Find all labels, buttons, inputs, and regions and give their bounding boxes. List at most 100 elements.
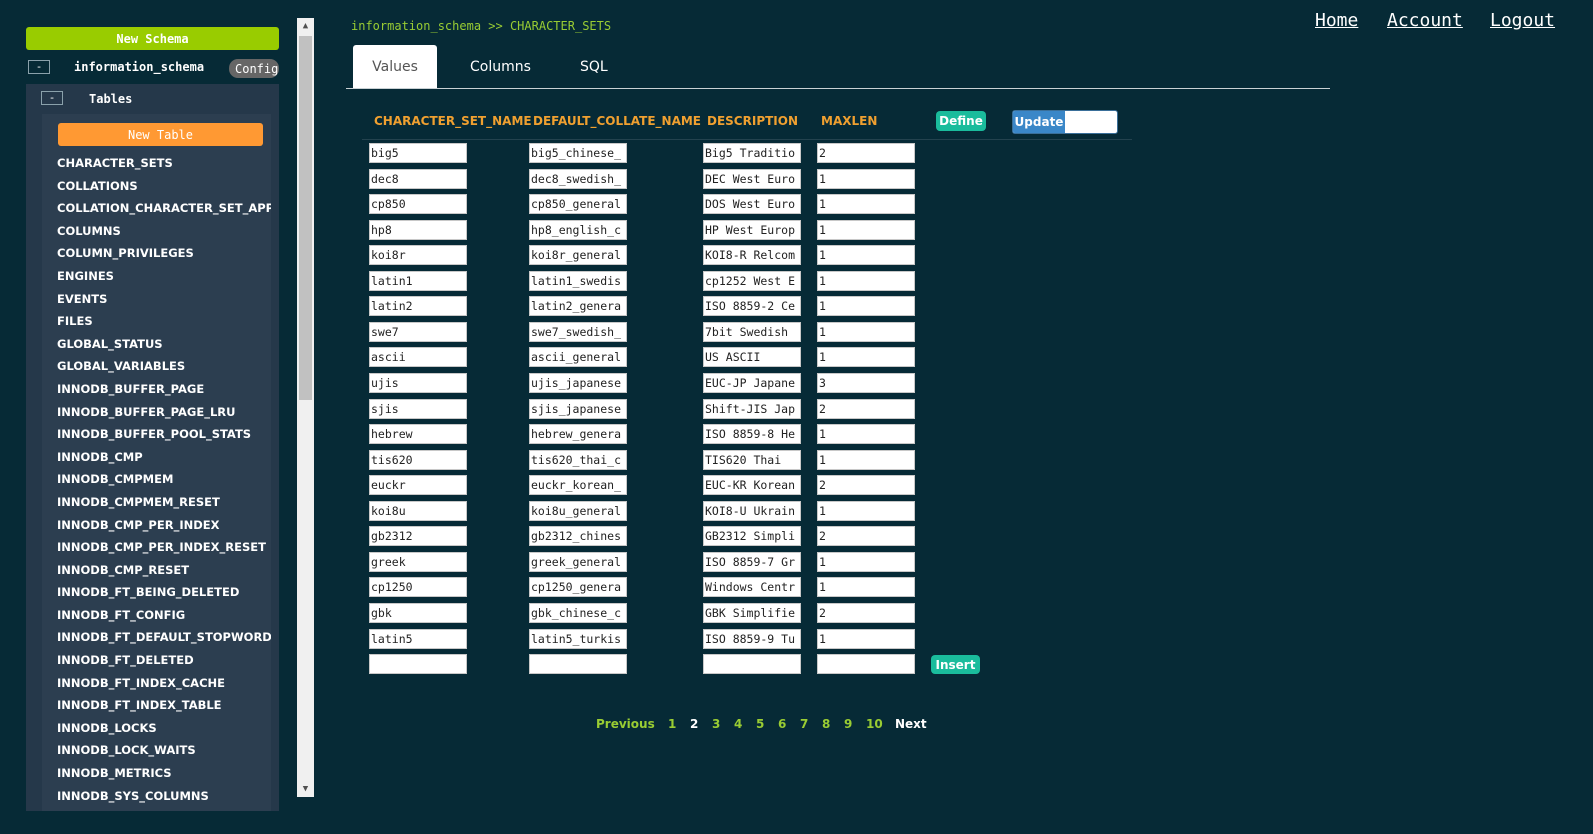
- cell-input[interactable]: 1: [817, 500, 915, 521]
- cell-input[interactable]: koi8r_general: [529, 245, 627, 266]
- cell-input[interactable]: dec8: [369, 168, 467, 189]
- cell-input[interactable]: 7bit Swedish: [703, 321, 801, 342]
- cell-input[interactable]: gbk_chinese_c: [529, 602, 627, 623]
- cell-input[interactable]: hp8_english_c: [529, 219, 627, 240]
- pagination-page[interactable]: 3: [712, 717, 720, 731]
- new-value-input[interactable]: [529, 654, 627, 674]
- cell-input[interactable]: tis620_thai_c: [529, 449, 627, 470]
- tab-sql[interactable]: SQL: [580, 45, 608, 89]
- cell-input[interactable]: ascii_general: [529, 347, 627, 368]
- config-button[interactable]: Config: [229, 59, 279, 78]
- sidebar-table-item[interactable]: INNODB_LOCKS: [57, 717, 271, 740]
- pagination-page[interactable]: 4: [734, 717, 742, 731]
- cell-input[interactable]: 1: [817, 219, 915, 240]
- cell-input[interactable]: 2: [817, 143, 915, 163]
- define-button[interactable]: Define: [936, 111, 986, 131]
- cell-input[interactable]: DEC West Euro: [703, 168, 801, 189]
- cell-input[interactable]: euckr_korean_: [529, 475, 627, 496]
- cell-input[interactable]: ISO 8859-7 Gr: [703, 551, 801, 572]
- cell-input[interactable]: ujis_japanese: [529, 373, 627, 393]
- cell-input[interactable]: koi8u_general: [529, 500, 627, 521]
- cell-input[interactable]: Windows Centr: [703, 577, 801, 598]
- cell-input[interactable]: 1: [817, 168, 915, 189]
- cell-input[interactable]: KOI8-R Relcom: [703, 245, 801, 266]
- cell-input[interactable]: koi8r: [369, 245, 467, 266]
- cell-input[interactable]: GBK Simplifie: [703, 602, 801, 623]
- cell-input[interactable]: gbk: [369, 602, 467, 623]
- cell-input[interactable]: big5: [369, 143, 467, 163]
- pagination-next[interactable]: Next: [895, 717, 927, 731]
- cell-input[interactable]: 1: [817, 270, 915, 291]
- cell-input[interactable]: cp1250: [369, 577, 467, 598]
- pagination-page[interactable]: 8: [822, 717, 830, 731]
- cell-input[interactable]: GB2312 Simpli: [703, 526, 801, 547]
- new-value-input[interactable]: [369, 654, 467, 674]
- cell-input[interactable]: latin1: [369, 270, 467, 291]
- sidebar-table-item[interactable]: INNODB_LOCK_WAITS: [57, 739, 271, 762]
- cell-input[interactable]: US ASCII: [703, 347, 801, 368]
- cell-input[interactable]: Big5 Traditio: [703, 143, 801, 163]
- cell-input[interactable]: sjis: [369, 398, 467, 419]
- cell-input[interactable]: Shift-JIS Jap: [703, 398, 801, 419]
- cell-input[interactable]: KOI8-U Ukrain: [703, 500, 801, 521]
- pagination-page[interactable]: 9: [844, 717, 852, 731]
- cell-input[interactable]: swe7_swedish_: [529, 321, 627, 342]
- cell-input[interactable]: sjis_japanese: [529, 398, 627, 419]
- cell-input[interactable]: 1: [817, 449, 915, 470]
- cell-input[interactable]: TIS620 Thai: [703, 449, 801, 470]
- cell-input[interactable]: 2: [817, 602, 915, 623]
- cell-input[interactable]: swe7: [369, 321, 467, 342]
- insert-button[interactable]: Insert: [931, 655, 980, 674]
- scrollbar-thumb[interactable]: [299, 36, 312, 400]
- pagination-page[interactable]: 5: [756, 717, 764, 731]
- cell-input[interactable]: big5_chinese_: [529, 143, 627, 163]
- cell-input[interactable]: 2: [817, 526, 915, 547]
- cell-input[interactable]: dec8_swedish_: [529, 168, 627, 189]
- pagination-page[interactable]: 1: [668, 717, 676, 731]
- update-button[interactable]: Update: [1013, 111, 1065, 133]
- cell-input[interactable]: 1: [817, 194, 915, 215]
- pagination-previous[interactable]: Previous: [596, 717, 655, 731]
- cell-input[interactable]: hp8: [369, 219, 467, 240]
- cell-input[interactable]: latin1_swedis: [529, 270, 627, 291]
- cell-input[interactable]: cp850_general: [529, 194, 627, 215]
- schema-name[interactable]: information_schema: [74, 60, 204, 74]
- cell-input[interactable]: ISO 8859-2 Ce: [703, 296, 801, 317]
- cell-input[interactable]: gb2312: [369, 526, 467, 547]
- sidebar-table-item[interactable]: INNODB_SYS_COLUMNS: [57, 785, 271, 808]
- cell-input[interactable]: 2: [817, 398, 915, 419]
- nav-home-link[interactable]: Home: [1315, 10, 1358, 31]
- schema-collapse-button[interactable]: -: [28, 60, 50, 74]
- cell-input[interactable]: latin5_turkis: [529, 628, 627, 649]
- cell-input[interactable]: 1: [817, 551, 915, 572]
- cell-input[interactable]: 1: [817, 321, 915, 342]
- tab-columns[interactable]: Columns: [470, 45, 531, 89]
- cell-input[interactable]: tis620: [369, 449, 467, 470]
- cell-input[interactable]: greek: [369, 551, 467, 572]
- cell-input[interactable]: 1: [817, 245, 915, 266]
- cell-input[interactable]: latin5: [369, 628, 467, 649]
- cell-input[interactable]: ascii: [369, 347, 467, 368]
- cell-input[interactable]: EUC-KR Korean: [703, 475, 801, 496]
- tables-collapse-button[interactable]: -: [41, 91, 63, 105]
- cell-input[interactable]: 1: [817, 347, 915, 368]
- cell-input[interactable]: 1: [817, 577, 915, 598]
- cell-input[interactable]: DOS West Euro: [703, 194, 801, 215]
- cell-input[interactable]: greek_general: [529, 551, 627, 572]
- cell-input[interactable]: cp1250_genera: [529, 577, 627, 598]
- sidebar-table-item[interactable]: INNODB_METRICS: [57, 762, 271, 785]
- cell-input[interactable]: 1: [817, 628, 915, 649]
- cell-input[interactable]: euckr: [369, 475, 467, 496]
- cell-input[interactable]: koi8u: [369, 500, 467, 521]
- nav-account-link[interactable]: Account: [1387, 10, 1463, 31]
- cell-input[interactable]: 3: [817, 373, 915, 393]
- cell-input[interactable]: latin2: [369, 296, 467, 317]
- cell-input[interactable]: gb2312_chines: [529, 526, 627, 547]
- cell-input[interactable]: EUC-JP Japane: [703, 373, 801, 393]
- cell-input[interactable]: 1: [817, 296, 915, 317]
- new-schema-button[interactable]: New Schema: [26, 27, 279, 50]
- new-value-input[interactable]: [817, 654, 915, 674]
- scroll-up-arrow-icon[interactable]: ▲: [297, 18, 314, 34]
- cell-input[interactable]: 1: [817, 424, 915, 445]
- cell-input[interactable]: ISO 8859-8 He: [703, 424, 801, 445]
